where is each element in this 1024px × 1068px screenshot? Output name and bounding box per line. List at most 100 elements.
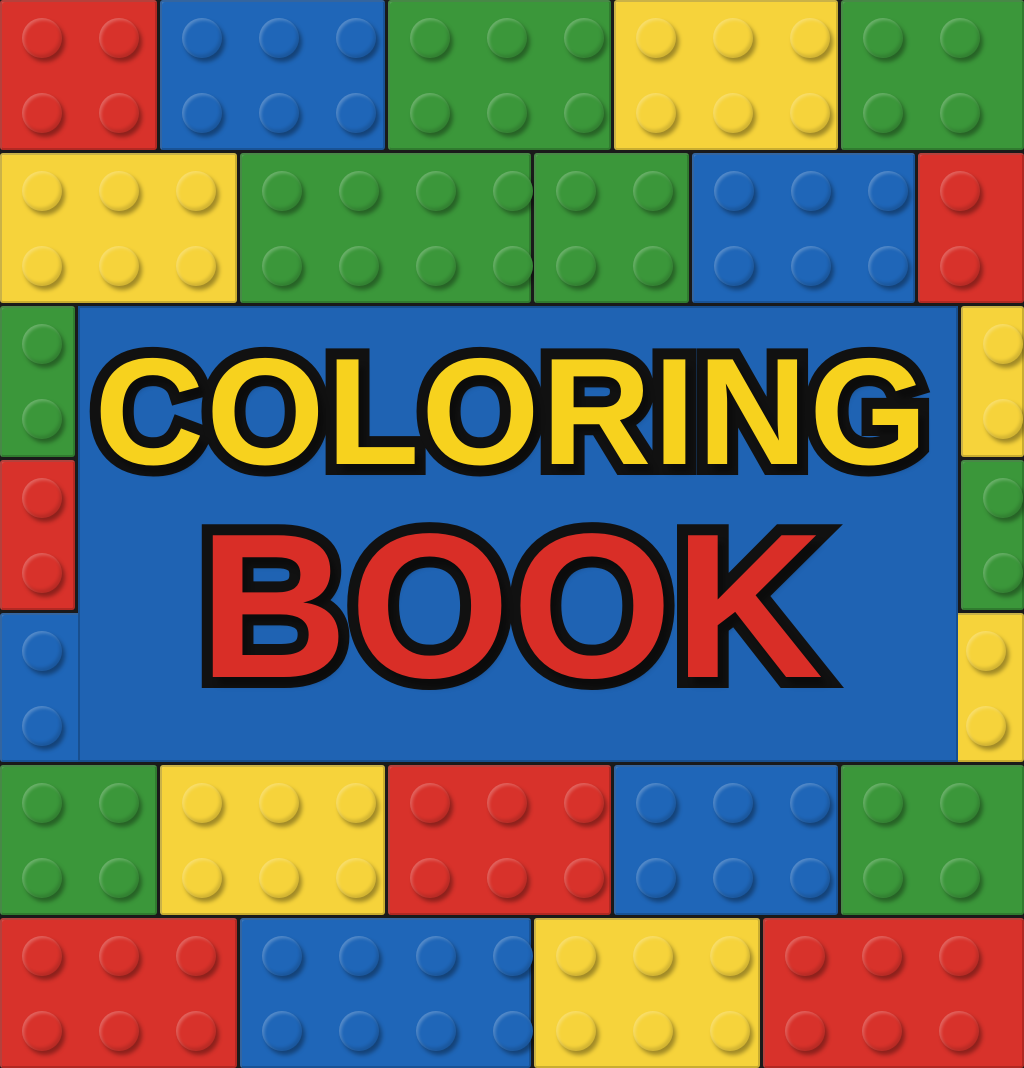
stud — [633, 1011, 673, 1051]
title-line-coloring: COLORING — [83, 316, 938, 508]
stud — [636, 858, 676, 898]
stud — [22, 93, 62, 133]
stud — [22, 18, 62, 58]
stud — [713, 858, 753, 898]
stud — [636, 18, 676, 58]
stud — [262, 1011, 302, 1051]
stud — [940, 18, 980, 58]
brick-yellow — [160, 765, 385, 915]
stud — [564, 93, 604, 133]
stud — [868, 246, 908, 286]
stud — [713, 783, 753, 823]
stud — [487, 93, 527, 133]
stud — [940, 171, 980, 211]
stud — [22, 783, 62, 823]
stud — [410, 18, 450, 58]
brick-red — [0, 918, 237, 1068]
brick-green — [841, 0, 1024, 150]
brick-blue — [240, 918, 533, 1068]
stud — [939, 1011, 979, 1051]
stud — [176, 171, 216, 211]
stud — [259, 783, 299, 823]
stud — [710, 1011, 750, 1051]
stud — [410, 783, 450, 823]
brick-blue — [614, 765, 838, 915]
stud — [556, 1011, 596, 1051]
stud — [262, 171, 302, 211]
stud — [633, 936, 673, 976]
stud — [940, 783, 980, 823]
brick-yellow — [0, 153, 237, 303]
stud — [862, 936, 902, 976]
stud — [487, 858, 527, 898]
stud — [22, 171, 62, 211]
stud — [182, 93, 222, 133]
brick-yellow — [534, 918, 760, 1068]
stud — [564, 18, 604, 58]
stud — [416, 246, 456, 286]
stud — [556, 936, 596, 976]
stud — [410, 93, 450, 133]
stud — [176, 246, 216, 286]
stud — [416, 936, 456, 976]
stud — [259, 858, 299, 898]
brick-yellow — [614, 0, 838, 150]
stud — [259, 93, 299, 133]
stud — [336, 858, 376, 898]
stud — [176, 1011, 216, 1051]
stud — [556, 246, 596, 286]
brick-blue — [692, 153, 915, 303]
stud — [863, 93, 903, 133]
stud — [99, 18, 139, 58]
stud — [940, 93, 980, 133]
stud — [790, 93, 830, 133]
stud — [182, 858, 222, 898]
stud — [416, 1011, 456, 1051]
brick-red — [763, 918, 1024, 1068]
stud — [487, 783, 527, 823]
stud — [564, 858, 604, 898]
stud — [790, 783, 830, 823]
stud — [863, 783, 903, 823]
brick-red — [918, 153, 1024, 303]
stud — [99, 246, 139, 286]
stud — [339, 171, 379, 211]
stud — [939, 936, 979, 976]
stud — [636, 783, 676, 823]
stud — [259, 18, 299, 58]
brick-green — [0, 765, 157, 915]
stud — [713, 93, 753, 133]
stud — [493, 1011, 533, 1051]
stud — [410, 858, 450, 898]
stud — [416, 171, 456, 211]
stud — [339, 246, 379, 286]
stud — [99, 93, 139, 133]
stud — [182, 18, 222, 58]
stud — [940, 858, 980, 898]
stud — [493, 936, 533, 976]
stud — [633, 171, 673, 211]
brick-green — [841, 765, 1024, 915]
stud — [493, 171, 533, 211]
stud — [714, 246, 754, 286]
stud — [785, 1011, 825, 1051]
stud — [339, 1011, 379, 1051]
stud — [785, 936, 825, 976]
stud — [487, 18, 527, 58]
stud — [714, 171, 754, 211]
stud — [863, 858, 903, 898]
stud — [262, 936, 302, 976]
stud — [940, 246, 980, 286]
stud — [790, 858, 830, 898]
stud — [636, 93, 676, 133]
title-line-book: BOOK — [188, 480, 834, 732]
stud — [868, 171, 908, 211]
stud — [176, 936, 216, 976]
stud — [99, 783, 139, 823]
stud — [556, 171, 596, 211]
stud — [791, 246, 831, 286]
stud — [713, 18, 753, 58]
stud — [99, 936, 139, 976]
stud — [262, 246, 302, 286]
stud — [862, 1011, 902, 1051]
